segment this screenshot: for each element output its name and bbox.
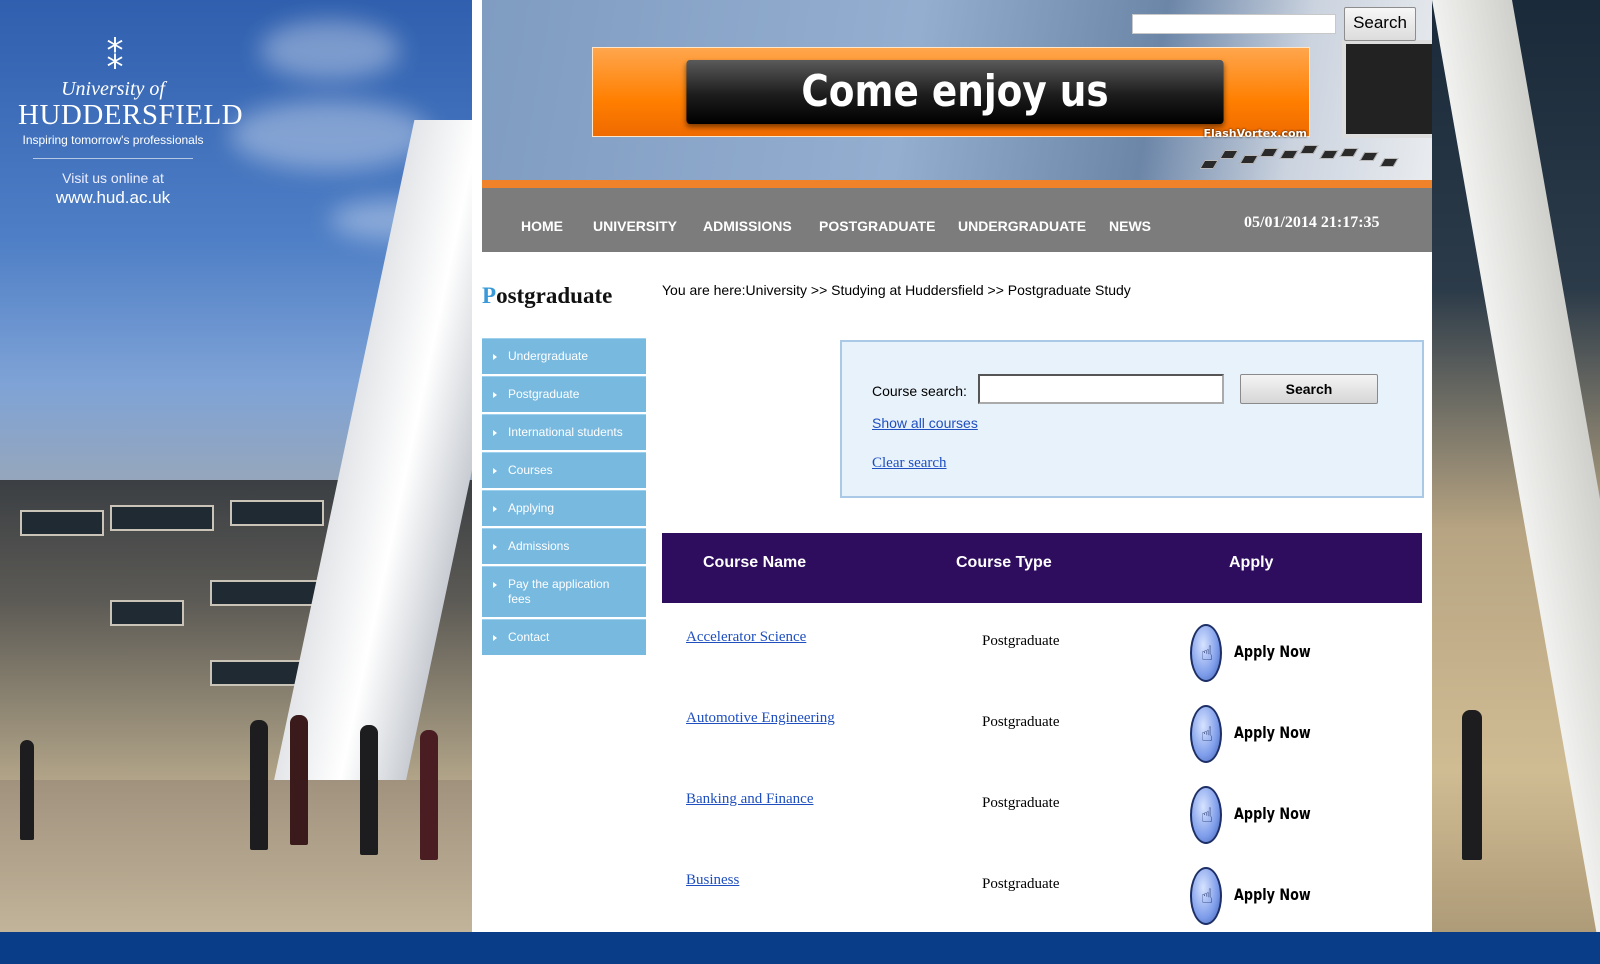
- header-divider: [482, 180, 1432, 188]
- course-search-label: Course search:: [872, 383, 967, 399]
- header-banner-area: Search Come enjoy us FlashVortex.com: [482, 0, 1432, 180]
- nav-postgraduate[interactable]: POSTGRADUATE: [819, 218, 935, 234]
- apply-badge: ☝: [1190, 786, 1222, 844]
- nav-datetime: 05/01/2014 21:17:35: [1244, 214, 1380, 231]
- triangle-right-icon: [493, 582, 497, 588]
- triangle-right-icon: [493, 354, 497, 360]
- banner-text: Come enjoy us: [686, 60, 1224, 124]
- nav-university[interactable]: UNIVERSITY: [593, 218, 677, 234]
- side-nav-postgraduate[interactable]: Postgraduate: [482, 376, 646, 412]
- course-name-link[interactable]: Automotive Engineering: [686, 709, 835, 727]
- main-page: Search Come enjoy us FlashVortex.com HOM…: [472, 0, 1432, 932]
- column-course-name: Course Name: [703, 554, 807, 571]
- table-row: Business Postgraduate ☝ Apply Now: [662, 867, 1422, 951]
- nav-undergraduate[interactable]: UNDERGRADUATE: [958, 218, 1086, 234]
- logo-divider: [33, 158, 193, 159]
- course-name-link[interactable]: Banking and Finance: [686, 790, 813, 808]
- triangle-right-icon: [493, 544, 497, 550]
- course-search-button[interactable]: Search: [1240, 374, 1378, 404]
- course-name-link[interactable]: Accelerator Science: [686, 628, 806, 646]
- side-nav-pay-fees[interactable]: Pay the application fees: [482, 566, 646, 617]
- triangle-right-icon: [493, 392, 497, 398]
- side-nav-admissions[interactable]: Admissions: [482, 528, 646, 564]
- nav-news[interactable]: NEWS: [1109, 218, 1151, 234]
- promo-banner[interactable]: Come enjoy us FlashVortex.com: [592, 47, 1310, 140]
- background-photo-left: ⁑ University of HUDDERSFIELD Inspiring t…: [0, 0, 472, 964]
- course-type: Postgraduate: [982, 876, 1060, 892]
- triangle-right-icon: [493, 635, 497, 641]
- clear-search-link[interactable]: Clear search: [872, 454, 947, 472]
- course-name-link[interactable]: Business: [686, 871, 739, 889]
- background-photo-right: [1432, 0, 1600, 964]
- course-type: Postgraduate: [982, 633, 1060, 649]
- apply-now-button[interactable]: ☝ Apply Now: [1190, 624, 1311, 686]
- logo-tagline: Inspiring tomorrow's professionals: [22, 133, 204, 147]
- section-title-rest: ostgraduate: [496, 283, 613, 308]
- top-search-input[interactable]: [1132, 14, 1336, 34]
- column-course-type: Course Type: [956, 554, 1052, 571]
- side-nav-label: Pay the application fees: [508, 577, 610, 606]
- apply-badge: ☝: [1190, 705, 1222, 763]
- table-row: Banking and Finance Postgraduate ☝ Apply…: [662, 786, 1422, 870]
- apply-now-label: Apply Now: [1234, 804, 1311, 823]
- section-title-initial: P: [482, 283, 497, 308]
- side-nav-label: Contact: [508, 630, 550, 644]
- course-type: Postgraduate: [982, 714, 1060, 730]
- side-nav-undergraduate[interactable]: Undergraduate: [482, 338, 646, 374]
- triangle-right-icon: [493, 468, 497, 474]
- main-nav: HOME UNIVERSITY ADMISSIONS POSTGRADUATE …: [482, 188, 1432, 252]
- course-type: Postgraduate: [982, 795, 1060, 811]
- top-search-button[interactable]: Search: [1344, 7, 1416, 41]
- triangle-right-icon: [493, 430, 497, 436]
- apply-now-label: Apply Now: [1234, 723, 1311, 742]
- side-nav-label: Courses: [508, 463, 553, 477]
- side-nav-contact[interactable]: Contact: [482, 619, 646, 655]
- banner-credit: FlashVortex.com: [1203, 127, 1307, 140]
- side-nav-label: International students: [508, 425, 623, 439]
- apply-now-button[interactable]: ☝ Apply Now: [1190, 786, 1311, 848]
- website-url[interactable]: www.hud.ac.uk: [18, 187, 208, 209]
- side-nav-label: Undergraduate: [508, 349, 589, 363]
- course-search-panel: Course search: Search Show all courses C…: [840, 340, 1424, 498]
- apply-badge: ☝: [1190, 867, 1222, 925]
- logo-name: HUDDERSFIELD: [18, 99, 244, 131]
- column-apply: Apply: [1229, 554, 1274, 571]
- course-search-input[interactable]: [978, 374, 1224, 404]
- table-row: Automotive Engineering Postgraduate ☝ Ap…: [662, 705, 1422, 789]
- visit-text: Visit us online at: [62, 170, 164, 186]
- breadcrumb: You are here:University >> Studying at H…: [662, 282, 1131, 298]
- hand-pointer-icon: ☝: [1200, 722, 1214, 746]
- apply-badge: ☝: [1190, 624, 1222, 682]
- side-nav-applying[interactable]: Applying: [482, 490, 646, 526]
- table-row: Accelerator Science Postgraduate ☝ Apply…: [662, 624, 1422, 708]
- side-nav-courses[interactable]: Courses: [482, 452, 646, 488]
- side-nav: Undergraduate Postgraduate International…: [482, 338, 646, 657]
- hand-pointer-icon: ☝: [1200, 641, 1214, 665]
- nav-admissions[interactable]: ADMISSIONS: [703, 218, 792, 234]
- university-logo[interactable]: ⁑ University of HUDDERSFIELD Inspiring t…: [18, 38, 244, 209]
- course-table-header: Course Name Course Type Apply: [662, 533, 1422, 603]
- hand-pointer-icon: ☝: [1200, 803, 1214, 827]
- hand-pointer-icon: ☝: [1200, 884, 1214, 908]
- apply-now-button[interactable]: ☝ Apply Now: [1190, 705, 1311, 767]
- side-nav-label: Postgraduate: [508, 387, 580, 401]
- logo-university-of: University of: [61, 78, 165, 100]
- show-all-courses-link[interactable]: Show all courses: [872, 415, 978, 431]
- university-crest-icon: ⁑: [106, 38, 124, 78]
- section-title: Postgraduate: [482, 282, 612, 310]
- apply-now-label: Apply Now: [1234, 885, 1311, 904]
- side-nav-label: Admissions: [508, 539, 570, 553]
- nav-home[interactable]: HOME: [521, 218, 563, 234]
- side-nav-international-students[interactable]: International students: [482, 414, 646, 450]
- apply-now-button[interactable]: ☝ Apply Now: [1190, 867, 1311, 929]
- side-nav-label: Applying: [508, 501, 555, 515]
- triangle-right-icon: [493, 506, 497, 512]
- apply-now-label: Apply Now: [1234, 642, 1311, 661]
